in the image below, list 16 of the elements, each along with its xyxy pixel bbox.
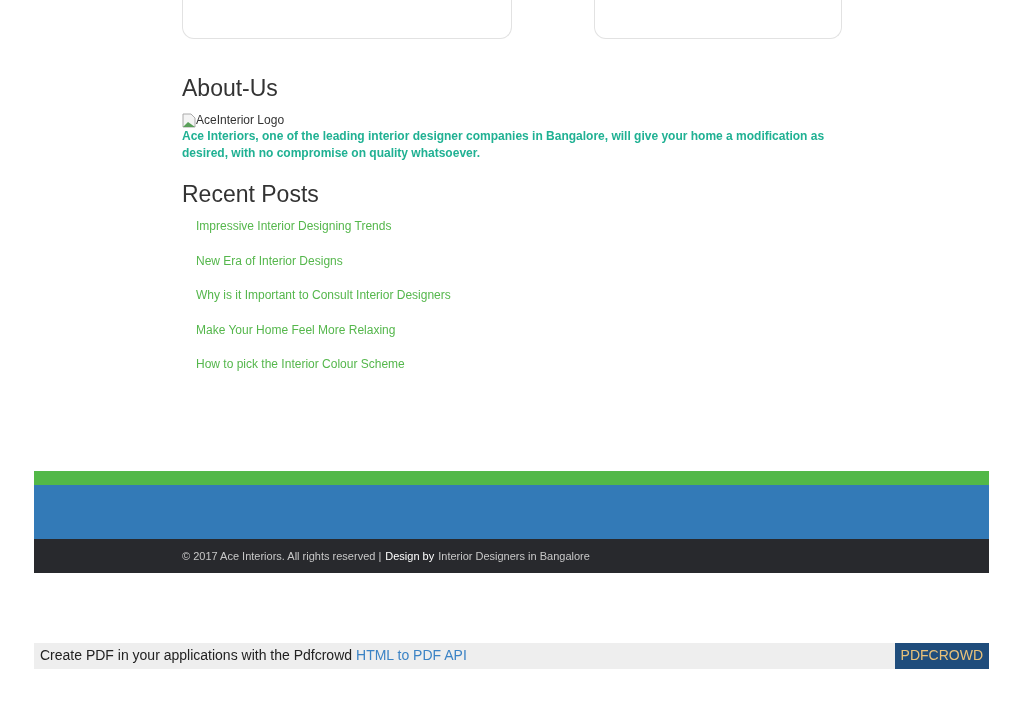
- broken-image-icon: [182, 112, 196, 128]
- post-link[interactable]: How to pick the Interior Colour Scheme: [196, 356, 405, 374]
- design-by-text: Design by: [385, 548, 435, 564]
- post-link[interactable]: New Era of Interior Designs: [196, 252, 343, 271]
- banner-text: Create PDF in your applications with the Pdfcrowd: [40, 646, 353, 666]
- pdfcrowd-badge[interactable]: PDFCROWD: [894, 642, 989, 669]
- about-description: Ace Interiors, one of the leading interior designer companies in Bangalore, will give your home a modification as desired, with no compromise on quality whatsoever.: [182, 128, 826, 162]
- designer-link[interactable]: Interior Designers in Bangalore: [438, 547, 590, 565]
- logo-alt-text: AceInterior Logo: [196, 112, 285, 129]
- section-heading: Recent Posts: [182, 180, 320, 208]
- copyright-text: © 2017 Ace Interiors. All rights reserved |: [182, 548, 382, 564]
- section-heading: About-Us: [182, 74, 279, 102]
- post-link[interactable]: Make Your Home Feel More Relaxing: [196, 321, 396, 340]
- api-link[interactable]: HTML to PDF API: [356, 645, 467, 667]
- post-link[interactable]: Impressive Interior Designing Trends: [196, 218, 392, 236]
- post-link[interactable]: Why is it Important to Consult Interior Designers: [196, 287, 451, 305]
